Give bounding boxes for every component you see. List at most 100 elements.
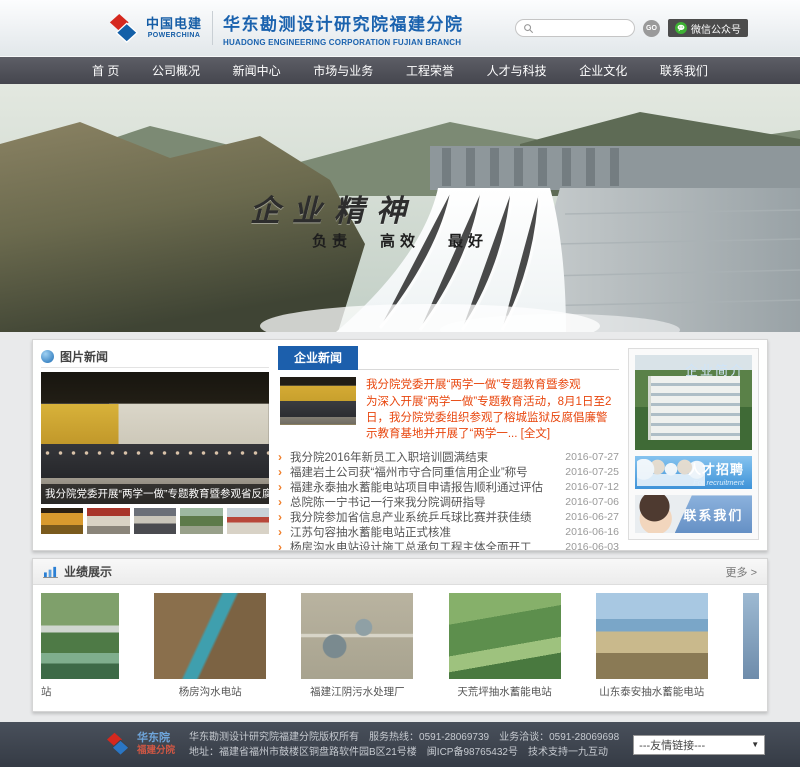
news-bullet-icon: ›: [278, 465, 290, 479]
picture-news-panel: 图片新闻 我分院党委开展“两学一做”专题教育暨参观省反腐倡廉: [41, 346, 269, 544]
picture-news-thumbnail[interactable]: [134, 508, 176, 534]
main-nav: 首 页 公司概况 新闻中心 市场与业务 工程荣誉 人才与科技 企业文化 联系我们: [0, 57, 800, 84]
news-item-title[interactable]: 福建永泰抽水蓄能电站项目申请报告顺利通过评估: [290, 479, 557, 495]
footer-text: 华东勘测设计研究院福建分院版权所有 服务热线：0591-28069739 业务洽…: [189, 730, 619, 760]
friend-links-select[interactable]: ---友情链接--- ▼: [633, 735, 765, 755]
hero-slogan-word: 最好: [448, 230, 488, 251]
nav-item[interactable]: 公司概况: [152, 62, 200, 79]
logo-en-text: POWERCHINA: [148, 32, 201, 39]
achievements-header: 业绩展示 更多 >: [33, 559, 767, 585]
gallery-caption: 福建江阴污水处理厂: [301, 684, 413, 699]
news-item-title[interactable]: 我分院2016年新员工入职培训圆满结束: [290, 449, 557, 465]
nav-item[interactable]: 企业文化: [579, 62, 627, 79]
recruitment-banner[interactable]: 人才招聘 For recruitment: [635, 456, 752, 490]
news-item[interactable]: › 江苏句容抽水蓄能电站正式核准 2016-06-16: [278, 524, 619, 539]
hero-banner: 企业精神 负责高效最好: [0, 84, 800, 332]
gallery-photo: [596, 593, 708, 679]
news-item-date: 2016-07-06: [565, 496, 619, 508]
news-item-title[interactable]: 杨房沟水电站设计施工总承包工程主体全面开工: [290, 539, 557, 552]
news-item-title[interactable]: 我分院参加省信息产业系统乒乓球比赛并获佳绩: [290, 509, 557, 525]
news-item[interactable]: › 我分院2016年新员工入职培训圆满结束 2016-07-27: [278, 449, 619, 464]
news-item-date: 2016-06-03: [565, 541, 619, 552]
news-item-title[interactable]: 福建岩土公司获“福州市守合同重信用企业”称号: [290, 464, 557, 480]
site-header: 中国电建 POWERCHINA 华东勘测设计研究院福建分院 HUADONG EN…: [0, 0, 800, 57]
sidebar: 企业简介 人才招聘 For recruitment 联系我们: [628, 348, 759, 540]
featured-news-photo[interactable]: [280, 377, 356, 425]
gallery-photo: [41, 593, 119, 679]
wechat-badge[interactable]: 微信公众号: [668, 19, 748, 37]
gallery-item[interactable]: 站: [41, 593, 119, 697]
news-item[interactable]: › 我分院参加省信息产业系统乒乓球比赛并获佳绩 2016-06-27: [278, 509, 619, 524]
picture-news-thumbnail[interactable]: [87, 508, 129, 534]
globe-icon: [41, 350, 54, 363]
wechat-label: 微信公众号: [691, 21, 741, 36]
footer-address-line: 地址：福建省福州市鼓楼区铜盘路软件园B区21号楼 闽ICP备98765432号 …: [189, 745, 619, 760]
footer-logo: 华东院 福建分院: [104, 732, 175, 757]
gallery-photo: [743, 593, 759, 679]
search-box[interactable]: [515, 19, 635, 37]
nav-item[interactable]: 工程荣誉: [406, 62, 454, 79]
gallery-item[interactable]: 杨房沟水电站: [154, 593, 266, 697]
news-item[interactable]: › 福建岩土公司获“福州市守合同重信用企业”称号 2016-07-25: [278, 464, 619, 479]
contact-banner[interactable]: 联系我们: [635, 495, 752, 533]
footer-logo-line2: 福建分院: [137, 745, 175, 756]
news-bullet-icon: ›: [278, 525, 290, 539]
site-subtitle: HUADONG ENGINEERING CORPORATION FUJIAN B…: [223, 38, 464, 47]
news-bullet-icon: ›: [278, 450, 290, 464]
footer-copyright-line: 华东勘测设计研究院福建分院版权所有 服务热线：0591-28069739 业务洽…: [189, 730, 619, 745]
featured-news-more-link[interactable]: [全文]: [521, 428, 550, 440]
bar-chart-icon: [43, 565, 58, 578]
tab-company-news[interactable]: 企业新闻: [278, 346, 358, 370]
company-news-header: 企业新闻: [278, 346, 619, 370]
picture-news-thumbnail[interactable]: [180, 508, 222, 534]
recruitment-label: 人才招聘: [688, 459, 744, 478]
news-item[interactable]: › 总院陈一宁书记一行来我分院调研指导 2016-07-06: [278, 494, 619, 509]
news-item-title[interactable]: 总院陈一宁书记一行来我分院调研指导: [290, 494, 557, 510]
achievements-gallery: 站 杨房沟水电站 福建江阴污水处理厂 天荒坪抽水蓄能电站 山东泰安抽水蓄能电站: [33, 585, 767, 697]
gallery-photo: [449, 593, 561, 679]
achievements-section: 业绩展示 更多 > 站 杨房沟水电站 福建江阴污水处理厂 天荒坪抽水蓄能电站: [32, 558, 768, 712]
news-item-date: 2016-06-16: [565, 526, 619, 538]
news-item[interactable]: › 杨房沟水电站设计施工总承包工程主体全面开工 2016-06-03: [278, 539, 619, 551]
search-input[interactable]: [538, 21, 627, 35]
news-bullet-icon: ›: [278, 480, 290, 494]
picture-news-thumbnail[interactable]: [227, 508, 269, 534]
company-profile-label: 企业简介: [685, 360, 745, 379]
news-item[interactable]: › 福建永泰抽水蓄能电站项目申请报告顺利通过评估 2016-07-12: [278, 479, 619, 494]
nav-item[interactable]: 市场与业务: [313, 62, 373, 79]
powerchina-diamond-icon: [106, 13, 140, 43]
gallery-caption: 山东泰安抽水蓄能电站: [596, 684, 708, 699]
featured-news-title[interactable]: 我分院党委开展“两学一做”专题教育暨参观: [366, 377, 617, 393]
recruitment-sublabel: For recruitment: [693, 478, 744, 487]
logo-cn-text: 中国电建: [146, 17, 202, 30]
nav-item[interactable]: 新闻中心: [233, 62, 281, 79]
featured-news-text: 我分院党委开展“两学一做”专题教育暨参观 为深入开展“两学一做”专题教育活动，8…: [366, 377, 617, 442]
search-go-button[interactable]: GO: [643, 20, 660, 37]
hero-slogan-word: 负责: [312, 230, 352, 251]
picture-news-header: 图片新闻: [41, 346, 269, 368]
gallery-item[interactable]: 山东泰安抽水蓄能电站: [596, 593, 708, 697]
footer-logo-line1: 华东院: [137, 732, 175, 745]
picture-news-thumbnail[interactable]: [41, 508, 83, 534]
news-item-date: 2016-07-27: [565, 451, 619, 463]
achievements-more-link[interactable]: 更多 >: [726, 564, 757, 580]
achievements-title: 业绩展示: [64, 563, 112, 580]
gallery-item[interactable]: [743, 593, 759, 697]
picture-news-photo[interactable]: 我分院党委开展“两学一做”专题教育暨参观省反腐倡廉: [41, 372, 269, 504]
nav-item[interactable]: 首 页: [92, 62, 119, 79]
nav-item[interactable]: 联系我们: [660, 62, 708, 79]
news-item-date: 2016-07-12: [565, 481, 619, 493]
news-item-title[interactable]: 江苏句容抽水蓄能电站正式核准: [290, 524, 557, 540]
search-icon: [523, 23, 534, 34]
picture-news-caption: 我分院党委开展“两学一做”专题教育暨参观省反腐倡廉: [41, 484, 269, 504]
powerchina-diamond-icon: [104, 732, 131, 756]
gallery-item[interactable]: 天荒坪抽水蓄能电站: [449, 593, 561, 697]
nav-item[interactable]: 人才与科技: [487, 62, 547, 79]
gallery-photo: [154, 593, 266, 679]
site-footer: 华东院 福建分院 华东勘测设计研究院福建分院版权所有 服务热线：0591-280…: [0, 722, 800, 767]
featured-news: 我分院党委开展“两学一做”专题教育暨参观 为深入开展“两学一做”专题教育活动，8…: [278, 370, 619, 447]
hero-slogan: 负责高效最好: [312, 230, 488, 251]
company-profile-banner[interactable]: 企业简介: [635, 355, 752, 450]
gallery-item[interactable]: 福建江阴污水处理厂: [301, 593, 413, 697]
news-bullet-icon: ›: [278, 510, 290, 524]
